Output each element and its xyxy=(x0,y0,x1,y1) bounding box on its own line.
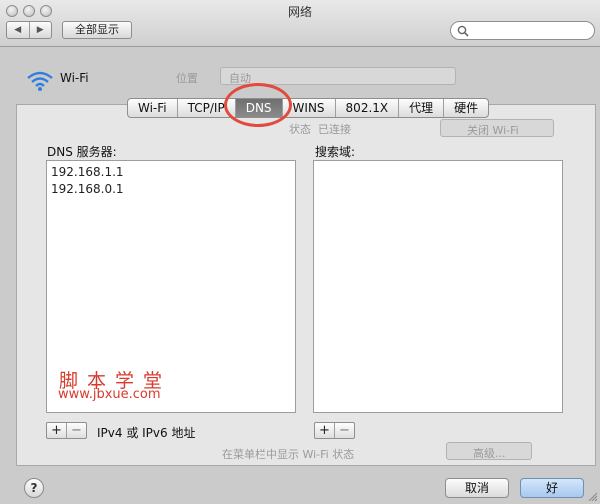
tab-bar: Wi-Fi TCP/IP DNS WINS 802.1X 代理 硬件 xyxy=(127,98,490,118)
cancel-button[interactable]: 取消 xyxy=(445,478,509,498)
tab-wifi[interactable]: Wi-Fi xyxy=(128,99,178,117)
interface-name: Wi-Fi xyxy=(60,71,89,85)
add-search-domain-button[interactable]: + xyxy=(315,423,334,438)
tab-hardware[interactable]: 硬件 xyxy=(444,99,488,117)
advanced-ghost: 高级... xyxy=(446,442,532,460)
remove-dns-server-button[interactable]: − xyxy=(66,423,86,438)
tab-8021x[interactable]: 802.1X xyxy=(336,99,400,117)
list-item[interactable]: 192.168.0.1 xyxy=(51,182,124,196)
tab-proxy[interactable]: 代理 xyxy=(399,99,445,117)
search-icon xyxy=(457,25,469,37)
resize-grip-icon[interactable] xyxy=(587,491,597,501)
dns-servers-label: DNS 服务器: xyxy=(47,145,117,159)
turn-off-wifi-ghost: 关闭 Wi-Fi xyxy=(440,119,554,137)
ok-button[interactable]: 好 xyxy=(520,478,584,498)
watermark-url: www.jbxue.com xyxy=(58,387,161,402)
dns-add-remove: + − xyxy=(46,422,87,439)
dns-address-hint: IPv4 或 IPv6 地址 xyxy=(97,426,196,440)
status-label-ghost: 状态 xyxy=(289,123,311,136)
wifi-icon xyxy=(27,71,53,91)
show-menu-ghost: 在菜单栏中显示 Wi-Fi 状态 xyxy=(222,448,355,461)
window-title: 网络 xyxy=(287,5,312,19)
location-label-ghost: 位置 xyxy=(176,72,198,85)
search-domains-add-remove: + − xyxy=(314,422,355,439)
back-icon[interactable]: ◀ xyxy=(7,22,29,38)
search-domains-label: 搜索域: xyxy=(315,145,356,159)
search-input[interactable] xyxy=(450,21,595,40)
forward-icon[interactable]: ▶ xyxy=(28,22,52,38)
search-domains-list[interactable] xyxy=(313,160,563,413)
remove-search-domain-button[interactable]: − xyxy=(334,423,354,438)
add-dns-server-button[interactable]: + xyxy=(47,423,66,438)
show-all-button[interactable]: 全部显示 xyxy=(62,21,132,39)
back-forward-buttons: ◀ ▶ xyxy=(6,21,52,39)
help-button[interactable]: ? xyxy=(24,478,44,498)
list-item[interactable]: 192.168.1.1 xyxy=(51,165,124,179)
title-bar: 网络 ◀ ▶ 全部显示 xyxy=(0,0,600,47)
status-value-ghost: 已连接 xyxy=(318,123,351,136)
dns-tab-highlight-ring xyxy=(224,83,292,127)
